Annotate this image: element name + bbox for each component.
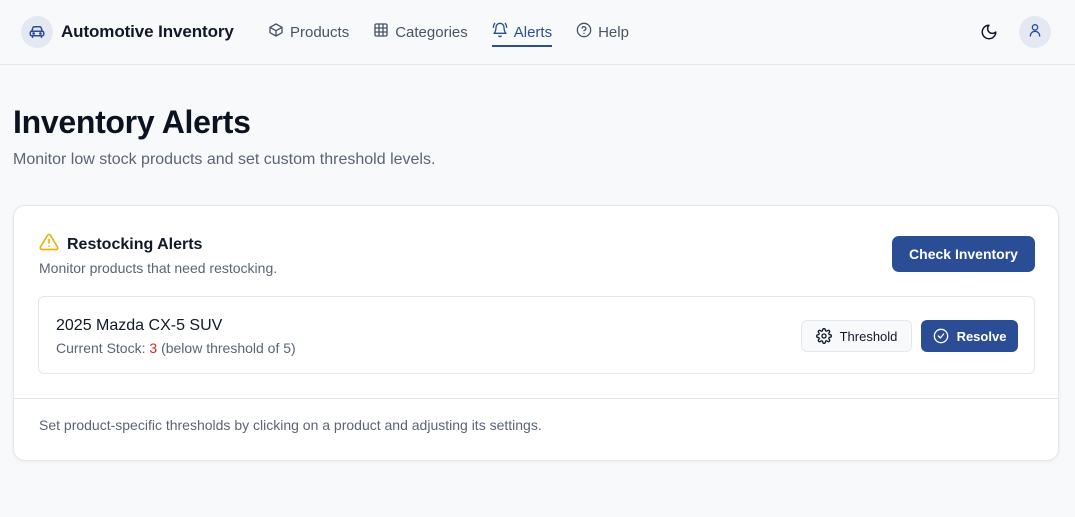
stock-value: 3 [149,340,158,356]
help-circle-icon [576,22,598,42]
card-divider [14,398,1058,399]
moon-icon[interactable] [977,20,1001,44]
page-subtitle: Monitor low stock products and set custo… [13,151,436,168]
brand-title: Automotive Inventory [61,22,234,41]
card-title: Restocking Alerts [67,235,203,253]
user-avatar[interactable] [1019,16,1051,48]
threshold-note: (below threshold of 5) [161,340,296,356]
warning-triangle-icon [39,232,59,257]
threshold-label: Threshold [839,328,898,344]
check-inventory-button[interactable]: Check Inventory [892,236,1035,272]
card-footer-note: Set product-specific thresholds by click… [39,417,542,433]
nav-item-alerts[interactable]: Alerts [491,20,553,47]
check-circle-icon [933,328,949,344]
card-description: Monitor products that need restocking. [39,260,278,276]
card-title-row: Restocking Alerts [39,232,277,257]
brand[interactable]: Automotive Inventory [21,16,234,48]
nav-label: Alerts [513,23,553,41]
gear-icon [815,328,832,344]
nav-item-categories[interactable]: Categories [373,20,468,44]
user-icon [1027,22,1043,43]
resolve-button[interactable]: Resolve [921,320,1018,352]
nav-label: Products [290,23,350,41]
top-header: Automotive Inventory Products Categories [0,0,1075,65]
page-title: Inventory Alerts [13,104,251,140]
grid-icon [373,22,395,42]
card-header: Restocking Alerts Monitor products that … [39,232,277,276]
stock-label: Current Stock: [56,340,146,356]
main-nav: Products Categories Alerts Help [268,0,653,64]
car-icon [21,16,53,48]
stock-status: Current Stock: 3 (below threshold of 5) [56,340,296,356]
nav-label: Help [598,23,629,41]
restocking-alerts-card: Restocking Alerts Monitor products that … [13,205,1059,461]
threshold-button[interactable]: Threshold [801,320,912,352]
product-name: 2025 Mazda CX-5 SUV [56,317,223,334]
nav-item-products[interactable]: Products [268,20,349,44]
bell-icon [492,22,514,42]
nav-item-help[interactable]: Help [576,20,629,44]
box-icon [268,22,290,42]
resolve-label: Resolve [956,328,1007,344]
alert-list-item[interactable]: 2025 Mazda CX-5 SUV Current Stock: 3 (be… [38,296,1035,374]
nav-label: Categories [395,23,468,41]
